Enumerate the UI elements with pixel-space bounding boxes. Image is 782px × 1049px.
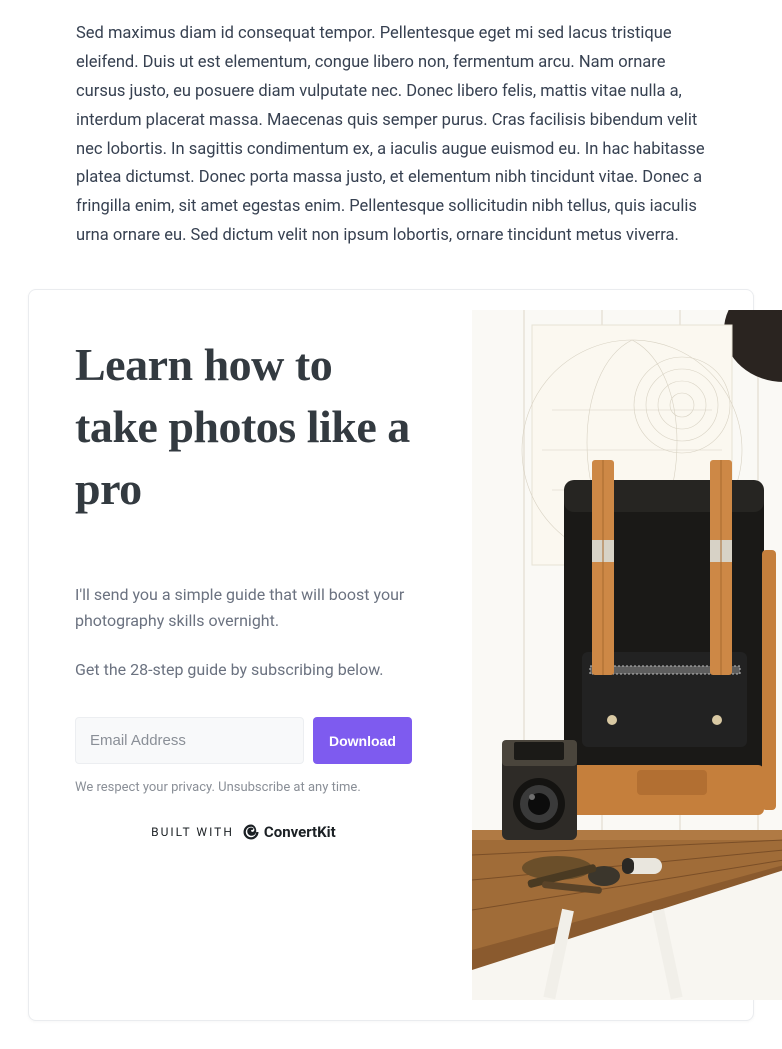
intro-paragraph: Sed maximus diam id consequat tempor. Pe… bbox=[76, 20, 706, 251]
convertkit-logo: ConvertKit bbox=[242, 823, 336, 841]
card-image-area bbox=[472, 310, 782, 1000]
convertkit-name: ConvertKit bbox=[264, 823, 336, 841]
card-description-2: Get the 28-step guide by subscribing bel… bbox=[75, 657, 412, 683]
built-with-label: BUILT WITH bbox=[151, 825, 234, 839]
built-with-badge[interactable]: BUILT WITH ConvertKit bbox=[75, 823, 412, 841]
convertkit-swirl-icon bbox=[242, 823, 260, 841]
card-title: Learn how to take photos like a pro bbox=[75, 334, 412, 520]
backpack-photo bbox=[472, 310, 782, 1000]
privacy-note: We respect your privacy. Unsubscribe at … bbox=[75, 780, 412, 795]
card-content: Learn how to take photos like a pro I'll… bbox=[49, 310, 412, 1000]
download-button[interactable]: Download bbox=[313, 717, 412, 764]
card-description-1: I'll send you a simple guide that will b… bbox=[75, 582, 412, 633]
signup-card: Learn how to take photos like a pro I'll… bbox=[28, 289, 754, 1021]
email-field[interactable] bbox=[75, 717, 304, 764]
signup-form: Download bbox=[75, 717, 412, 764]
